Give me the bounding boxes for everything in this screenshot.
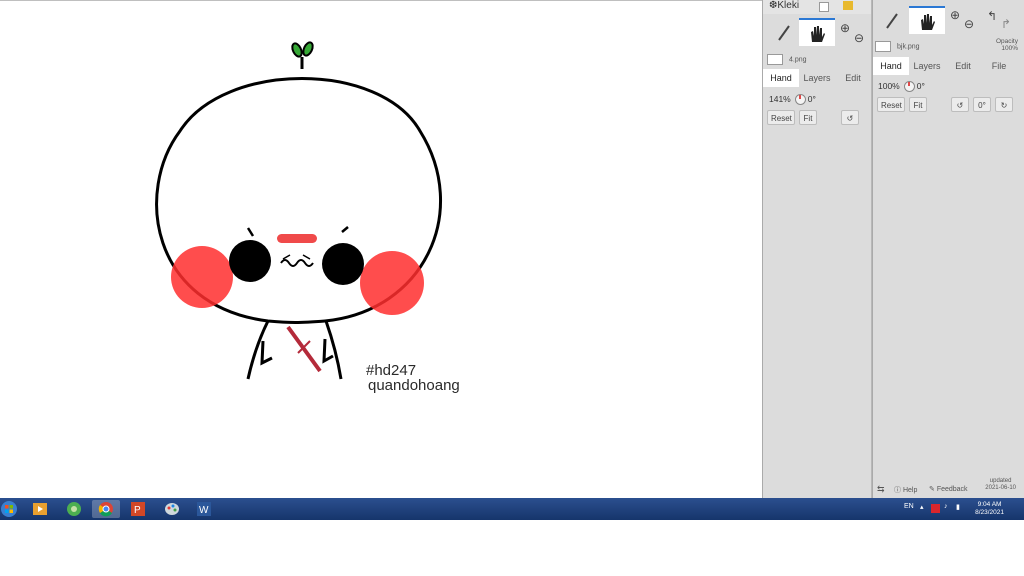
brush-icon: [886, 13, 898, 29]
opacity-label: Opacity: [995, 38, 1018, 45]
chrome-icon[interactable]: [92, 500, 120, 518]
tab-edit[interactable]: Edit: [835, 69, 871, 87]
swap-icon[interactable]: ⇆: [877, 484, 885, 495]
network-icon[interactable]: ▮: [956, 503, 960, 511]
brush-tool[interactable]: [767, 18, 803, 46]
zoom-out-button[interactable]: ⊖: [964, 17, 974, 31]
windows-logo-icon: [1, 501, 17, 517]
updated-date: 2021-06-10: [985, 485, 1016, 491]
left-eye: [229, 240, 271, 282]
powerpoint-icon[interactable]: P: [128, 500, 148, 518]
paint-icon[interactable]: [162, 500, 182, 518]
svg-text:W: W: [199, 505, 209, 516]
rotation-knob[interactable]: [903, 81, 915, 93]
layer-thumbnail: [875, 41, 891, 52]
clock-time: 9:04 AM: [977, 501, 1002, 508]
new-icon[interactable]: [819, 2, 829, 12]
opacity-readout: Opacity 100%: [996, 38, 1018, 52]
undo-icon[interactable]: ↰: [987, 9, 997, 23]
tray-expand-icon[interactable]: ▴: [920, 503, 924, 511]
tab-file[interactable]: File: [981, 57, 1017, 75]
layer-thumbnail: [767, 54, 783, 65]
tab-hand[interactable]: Hand: [763, 69, 799, 87]
rotation-knob[interactable]: [794, 94, 806, 106]
tray-app-icon[interactable]: [931, 504, 940, 513]
volume-icon[interactable]: ♪: [944, 503, 948, 510]
rotate-right-button[interactable]: ↻: [995, 97, 1013, 112]
redo-icon[interactable]: ↱: [1001, 17, 1011, 31]
taskbar: P W EN ▴ ♪ ▮ 9:04 AM 8/23/2021: [0, 498, 1024, 520]
kleki-logo: ❆Kleki: [769, 0, 800, 11]
panel-topbar: ❆Kleki: [763, 0, 871, 14]
hand-icon: [811, 26, 825, 42]
feedback-link[interactable]: ✎ Feedback: [929, 485, 968, 493]
panel-tabs: Hand Layers Edit File: [873, 57, 1024, 75]
zoom-readout: 141% 0°: [769, 94, 816, 106]
angle-value: 0°: [916, 81, 925, 91]
rotate-left-button[interactable]: ↺: [841, 110, 859, 125]
kleki-panel: ⊕ ⊖ ↰ ↱ bjk.png Opacity 100% Hand Layers…: [872, 0, 1024, 498]
angle-value: 0°: [807, 94, 816, 104]
updated-label: updated: [989, 478, 1012, 484]
hand-tool[interactable]: [799, 18, 835, 46]
zoom-in-button[interactable]: ⊕: [840, 21, 850, 35]
right-blush: [360, 251, 424, 315]
artwork: [155, 41, 443, 380]
tab-layers[interactable]: Layers: [909, 57, 945, 75]
panel-footer: ⇆ ⓘ Help ✎ Feedback updated 2021-06-10: [873, 478, 1024, 498]
tab-hand[interactable]: Hand: [873, 57, 909, 75]
sprout-icon: [291, 41, 314, 69]
signature-author: quandohoang: [368, 377, 460, 394]
media-player-icon[interactable]: [30, 500, 50, 518]
file-name: 4.png: [789, 56, 807, 64]
tab-layers[interactable]: Layers: [799, 69, 835, 87]
help-link[interactable]: ⓘ Help: [894, 485, 917, 495]
language-indicator[interactable]: EN: [904, 503, 914, 510]
zoom-value: 141%: [769, 94, 791, 104]
fit-button[interactable]: Fit: [909, 97, 927, 112]
panel-tabs: Hand Layers Edit: [763, 69, 871, 87]
hand-tool[interactable]: [909, 6, 945, 34]
brush-icon: [778, 25, 790, 41]
reset-button[interactable]: Reset: [877, 97, 905, 112]
layer-file[interactable]: bjk.png: [875, 41, 920, 52]
right-eye: [322, 243, 364, 285]
reset-button[interactable]: Reset: [767, 110, 795, 125]
nose: [277, 234, 317, 243]
file-name: bjk.png: [897, 43, 920, 51]
help-label: Help: [902, 487, 918, 494]
zoom-readout: 100% 0°: [878, 81, 925, 93]
word-icon[interactable]: W: [194, 500, 214, 518]
body-lines: [246, 320, 343, 380]
red-stick: [286, 325, 322, 373]
start-button[interactable]: [0, 500, 18, 518]
zoom-value: 100%: [878, 81, 900, 91]
clock[interactable]: 9:04 AM 8/23/2021: [975, 501, 1004, 517]
updated-info: updated 2021-06-10: [985, 478, 1016, 492]
zoom-out-button[interactable]: ⊖: [854, 31, 864, 45]
brush-tool[interactable]: [875, 6, 911, 34]
feedback-label: Feedback: [936, 486, 968, 493]
svg-text:P: P: [134, 505, 141, 516]
clock-date: 8/23/2021: [975, 509, 1004, 516]
drawing-canvas[interactable]: #hd247 quandohoang: [0, 0, 762, 498]
app-green-icon[interactable]: [64, 500, 84, 518]
app-name: Kleki: [777, 0, 800, 11]
left-blush: [171, 246, 233, 308]
rotate-left-button[interactable]: ↺: [951, 97, 969, 112]
opacity-value: 100%: [1001, 45, 1018, 52]
hand-icon: [921, 14, 935, 30]
kleki-panel-behind: ❆Kleki ⊕ ⊖ 4.png Hand Layers Edit 141% 0°…: [762, 0, 872, 498]
layer-file[interactable]: 4.png: [767, 54, 807, 65]
zoom-in-button[interactable]: ⊕: [950, 8, 960, 22]
tab-edit[interactable]: Edit: [945, 57, 981, 75]
fit-button[interactable]: Fit: [799, 110, 817, 125]
folder-icon[interactable]: [843, 1, 853, 10]
angle-button[interactable]: 0°: [973, 97, 991, 112]
